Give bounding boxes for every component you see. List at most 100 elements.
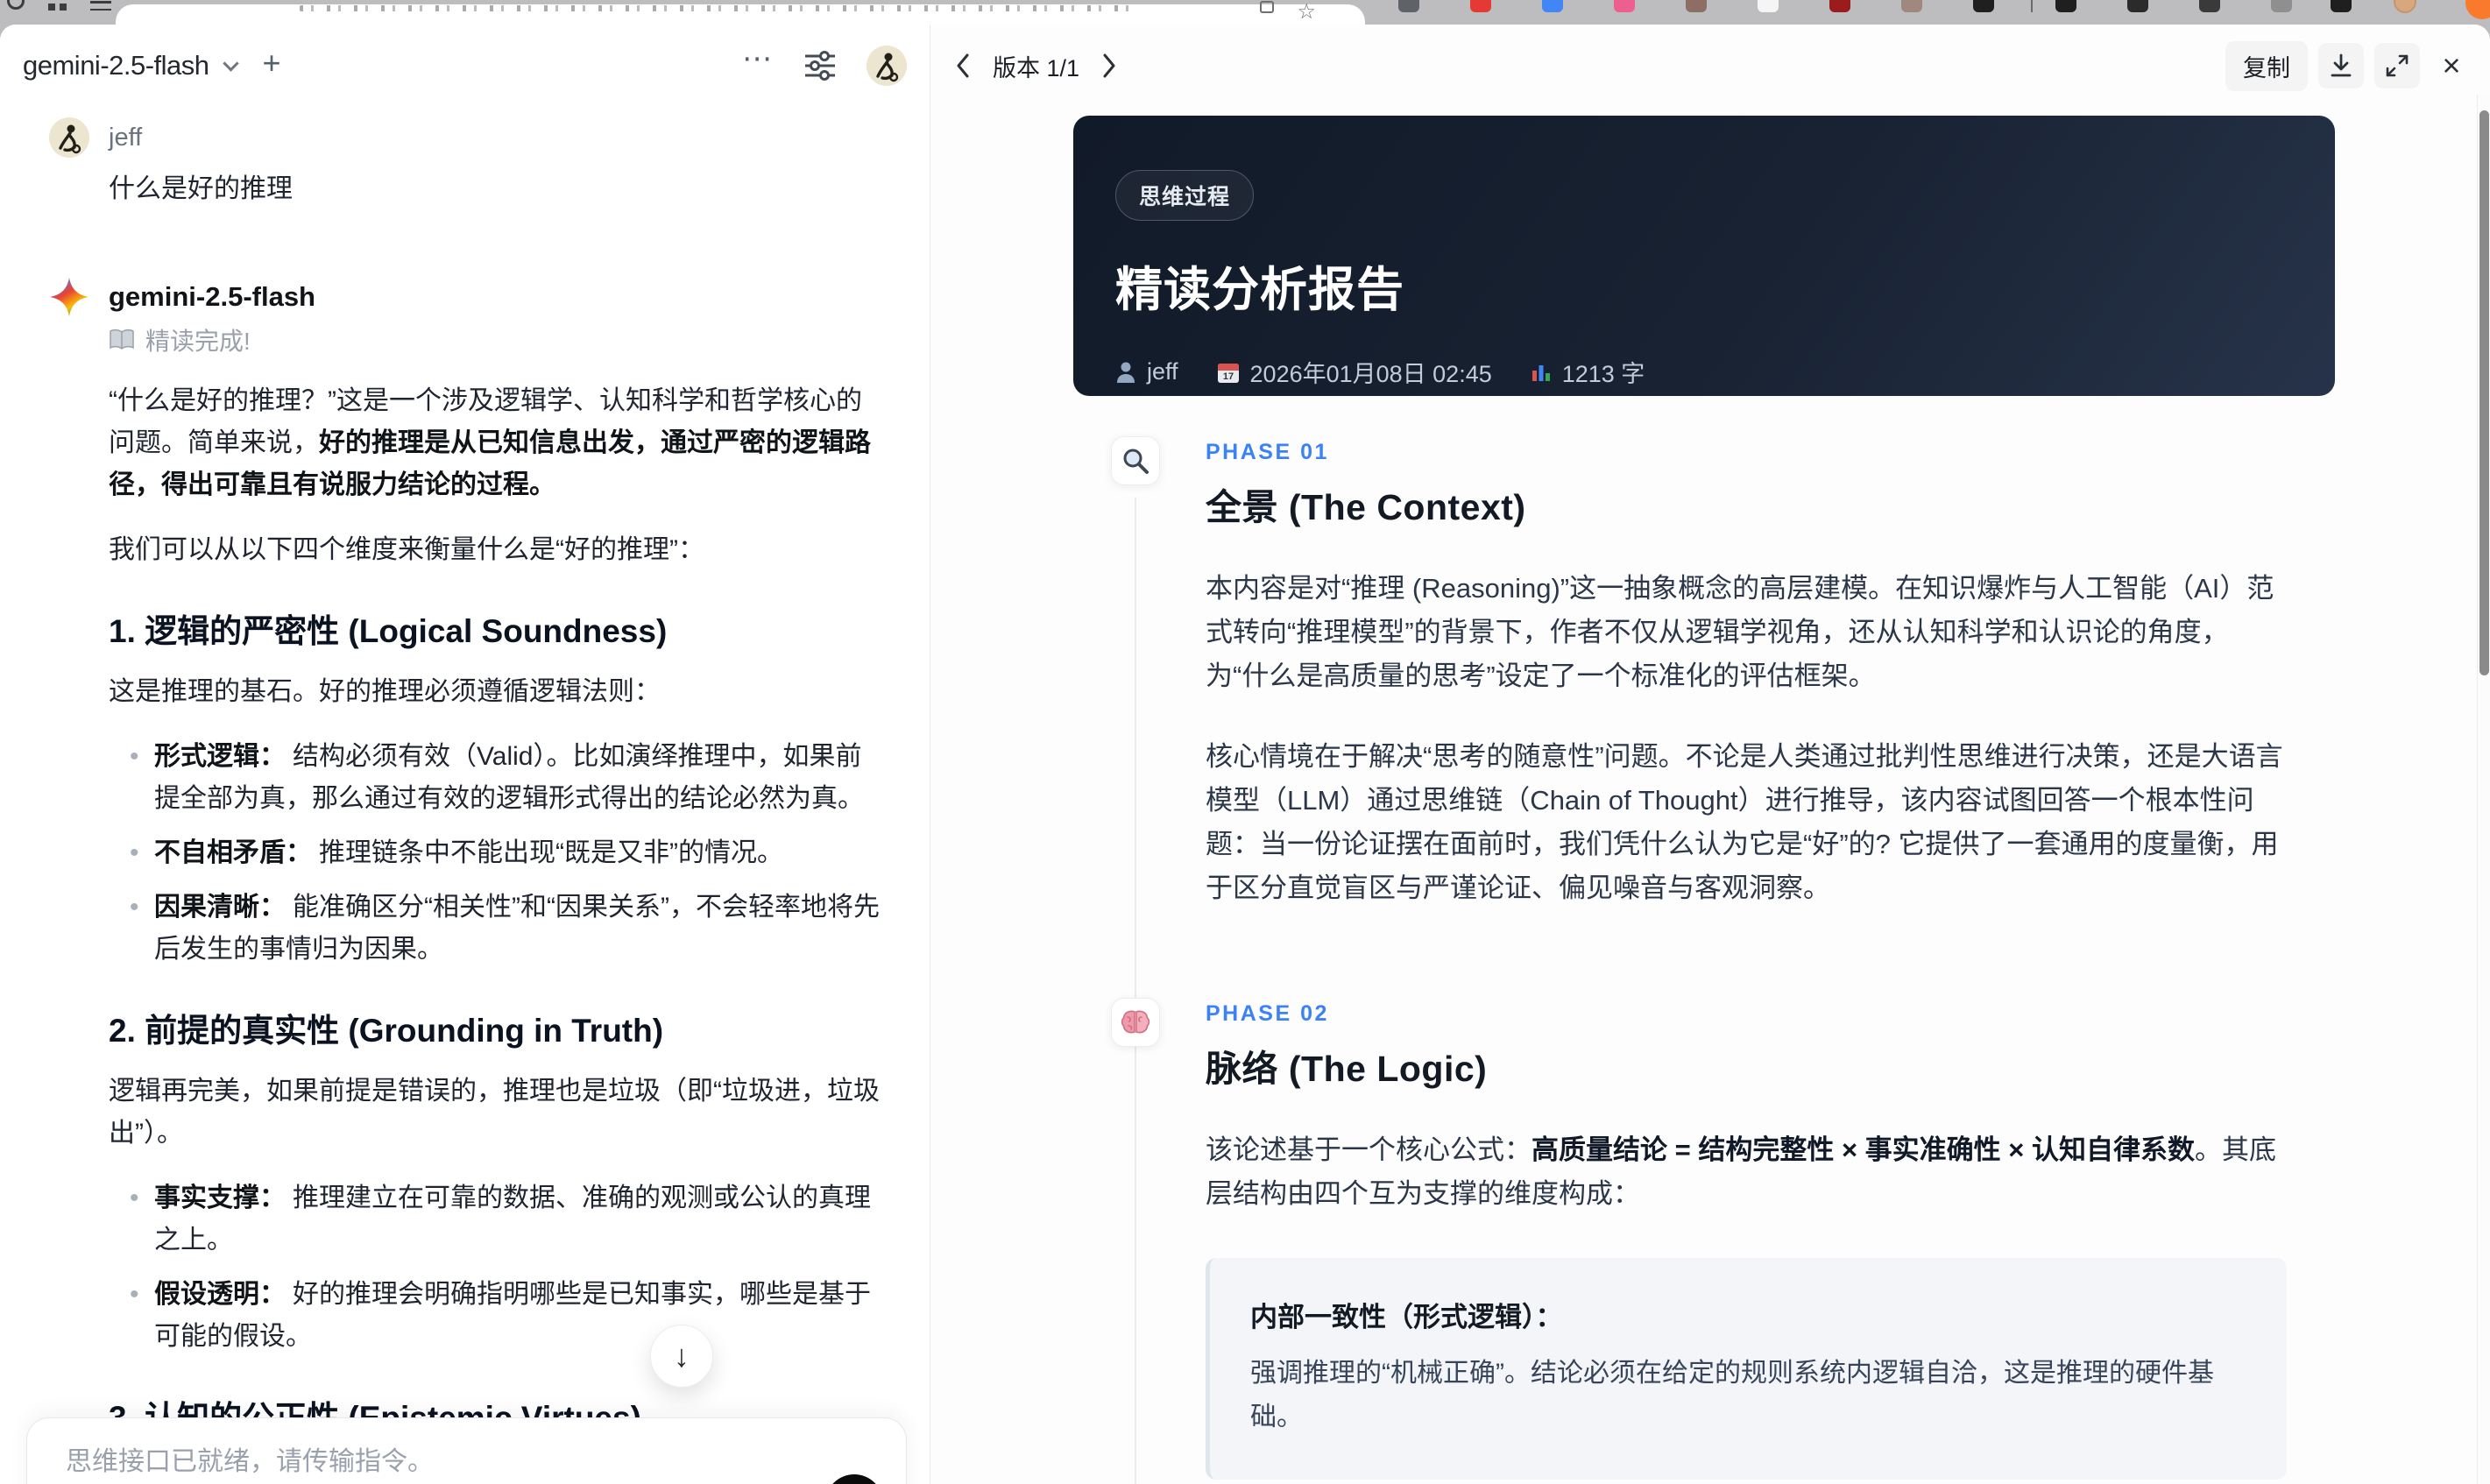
brain-icon <box>1111 998 1160 1047</box>
next-version-button[interactable] <box>1092 48 1127 83</box>
report-phases: PHASE 01 全景 (The Context) 本内容是对“推理 (Reas… <box>1111 436 2338 1484</box>
list-item: 事实支撑：推理建立在可靠的数据、准确的观测或公认的真理之上。 <box>109 1177 885 1261</box>
bookmark-star-icon[interactable]: ☆ <box>1297 0 1316 25</box>
report-word-count: 1213 字 <box>1531 355 1645 389</box>
chat-scroll-area[interactable]: jeff 什么是好的推理 gemini-2.5-flash 精读完成! “什么是… <box>0 105 930 1484</box>
card-text: 强调推理的“机械正确”。结论必须在给定的规则系统内逻辑自洽，这是推理的硬件基础。 <box>1250 1359 2214 1431</box>
assistant-markdown: “什么是好的推理？”这是一个涉及逻辑学、认知科学和哲学核心的问题。简单来说，好的… <box>109 380 885 1484</box>
extension-icon[interactable] <box>2271 0 2292 12</box>
phase-section: PHASE 01 全景 (The Context) 本内容是对“推理 (Reas… <box>1111 436 2338 910</box>
copy-button[interactable]: 复制 <box>2225 40 2308 91</box>
logic-card: 内部一致性（形式逻辑）： 强调推理的“机械正确”。结论必须在给定的规则系统内逻辑… <box>1206 1258 2287 1480</box>
phase-paragraph: 本内容是对“推理 (Reasoning)”这一抽象概念的高层建模。在知识爆炸与人… <box>1206 573 2274 691</box>
app-window: ☆ gemini-2.5-flash + ⋯ jeff 什么是好的推理 gemi… <box>0 0 2490 1484</box>
report-author: jeff <box>1115 358 1178 385</box>
extension-icon[interactable] <box>1973 0 1994 12</box>
composer: 思维接口已就绪，请传输指令。 + <box>26 1417 907 1484</box>
message-author: jeff <box>109 124 143 152</box>
user-avatar <box>49 117 89 158</box>
extension-icon[interactable] <box>2331 0 2352 12</box>
phase-title: 脉络 (The Logic) <box>1206 1049 1488 1089</box>
extension-icon[interactable] <box>1758 0 1779 12</box>
scrollbar-thumb[interactable] <box>2479 110 2489 675</box>
assistant-name: gemini-2.5-flash <box>109 281 315 312</box>
fullscreen-button[interactable] <box>2374 43 2420 88</box>
toolbar-divider <box>2031 0 2033 12</box>
phase-paragraph: 该论述基于一个核心公式：高质量结论 = 结构完整性 × 事实准确性 × 认知自律… <box>1206 1134 2276 1209</box>
browser-corner-icon <box>2465 0 2490 19</box>
version-label: 版本 1/1 <box>993 54 1080 81</box>
report-hero-card: 思维过程 精读分析报告 jeff 17 2026年01月08日 02:45 12… <box>1073 116 2335 396</box>
phase-paragraph: 核心情境在于解决“思考的随意性”问题。不论是人类通过批判性思维进行决策，还是大语… <box>1206 741 2283 903</box>
svg-text:17: 17 <box>1222 371 1233 382</box>
address-bar[interactable]: ☆ <box>116 0 1365 25</box>
report-title: 精读分析报告 <box>1115 264 1404 316</box>
gemini-logo-icon <box>49 277 89 1484</box>
extension-icon[interactable] <box>1398 0 1419 12</box>
intro-paragraph: “什么是好的推理？”这是一个涉及逻辑学、认知科学和哲学核心的问题。简单来说，好的… <box>109 386 871 499</box>
extension-icon[interactable] <box>2055 0 2076 12</box>
report-scroll-area[interactable]: 思维过程 精读分析报告 jeff 17 2026年01月08日 02:45 12… <box>931 95 2477 1484</box>
card-title: 内部一致性（形式逻辑）： <box>1250 1302 1563 1332</box>
magnifier-icon <box>1111 436 1160 485</box>
person-icon <box>1115 361 1136 384</box>
bar-chart-icon <box>1531 362 1552 383</box>
previous-version-button[interactable] <box>945 48 980 83</box>
extension-icon[interactable] <box>1686 0 1707 12</box>
phase-section: PHASE 02 脉络 (The Logic) 该论述基于一个核心公式：高质量结… <box>1111 998 2338 1484</box>
browser-apps-icon[interactable] <box>48 0 67 11</box>
calendar-icon: 17 <box>1217 361 1240 384</box>
download-button[interactable] <box>2318 43 2364 88</box>
section-heading: 1. 逻辑的严密性 (Logical Soundness) <box>109 613 668 649</box>
chat-panel: gemini-2.5-flash + ⋯ jeff 什么是好的推理 gemini… <box>0 25 930 1484</box>
extension-icon[interactable] <box>1470 0 1491 12</box>
extension-icon[interactable] <box>2199 0 2220 12</box>
message-text: 什么是好的推理 <box>109 174 293 203</box>
section-lead: 逻辑再完美，如果前提是错误的，推理也是垃圾（即“垃圾进，垃圾出”）。 <box>109 1077 880 1148</box>
app-sheet: gemini-2.5-flash + ⋯ jeff 什么是好的推理 gemini… <box>0 25 2490 1484</box>
section-heading: 2. 前提的真实性 (Grounding in Truth) <box>109 1013 664 1049</box>
book-icon <box>109 329 135 351</box>
browser-menu-icon[interactable] <box>90 0 111 11</box>
version-navigator: 版本 1/1 <box>945 48 1127 83</box>
new-chat-button[interactable]: + <box>263 47 281 84</box>
user-message: jeff 什么是好的推理 <box>49 117 885 205</box>
report-date: 17 2026年01月08日 02:45 <box>1217 355 1492 389</box>
message-input[interactable]: 思维接口已就绪，请传输指令。 <box>66 1445 867 1480</box>
scrollbar-track[interactable] <box>2477 95 2490 1484</box>
settings-sliders-icon[interactable] <box>803 51 837 81</box>
bullet-list: 形式逻辑：结构必须有效（Valid）。比如演绎推理中，如果前提全部为真，那么通过… <box>109 736 885 971</box>
close-button[interactable]: × <box>2430 45 2472 87</box>
artifact-actions: 复制 × <box>2225 40 2472 91</box>
scroll-to-bottom-button[interactable]: ↓ <box>650 1325 713 1388</box>
browser-reload-icon[interactable] <box>7 0 25 10</box>
section-lead: 这是推理的基石。好的推理必须遵循逻辑法则： <box>109 677 661 706</box>
extension-icon[interactable] <box>1614 0 1635 12</box>
chevron-down-icon[interactable] <box>222 54 239 72</box>
assistant-status: 精读完成! <box>109 322 885 357</box>
list-item: 假设透明：好的推理会明确指明哪些是已知事实，哪些是基于可能的假设。 <box>109 1274 885 1358</box>
browser-profile-avatar[interactable] <box>2394 0 2416 13</box>
artifact-panel: 版本 1/1 复制 × 思维过程 精读分析报告 jeff 17 2026年01月… <box>931 25 2490 1484</box>
reader-mode-icon[interactable] <box>1260 1 1274 13</box>
extension-icon[interactable] <box>1901 0 1922 12</box>
phase-label: PHASE 01 <box>1206 440 1329 464</box>
extension-icon[interactable] <box>1542 0 1563 12</box>
list-item: 因果清晰：能准确区分“相关性”和“因果关系”，不会轻率地将先后发生的事情归为因果… <box>109 887 885 971</box>
artifact-toolbar: 版本 1/1 复制 × <box>931 37 2472 95</box>
phase-label: PHASE 02 <box>1206 1001 1329 1026</box>
list-item: 不自相矛盾：推理链条中不能出现“既是又非”的情况。 <box>109 832 885 874</box>
arrow-down-icon: ↓ <box>674 1338 690 1374</box>
model-selector[interactable]: gemini-2.5-flash <box>23 50 209 81</box>
overview-paragraph: 我们可以从以下四个维度来衡量什么是“好的推理”： <box>109 535 704 564</box>
url-text-fragment <box>300 5 1141 11</box>
extension-icon[interactable] <box>2127 0 2148 12</box>
list-item: 形式逻辑：结构必须有效（Valid）。比如演绎推理中，如果前提全部为真，那么通过… <box>109 736 885 820</box>
assistant-message: gemini-2.5-flash 精读完成! “什么是好的推理？”这是一个涉及逻… <box>49 277 885 1484</box>
extension-icon[interactable] <box>1829 0 1850 12</box>
report-meta: jeff 17 2026年01月08日 02:45 1213 字 <box>1115 355 2293 389</box>
more-options-button[interactable]: ⋯ <box>742 44 774 78</box>
user-avatar[interactable] <box>867 46 907 86</box>
browser-toolbar: ☆ <box>0 0 2490 25</box>
report-type-badge: 思维过程 <box>1115 170 1255 221</box>
